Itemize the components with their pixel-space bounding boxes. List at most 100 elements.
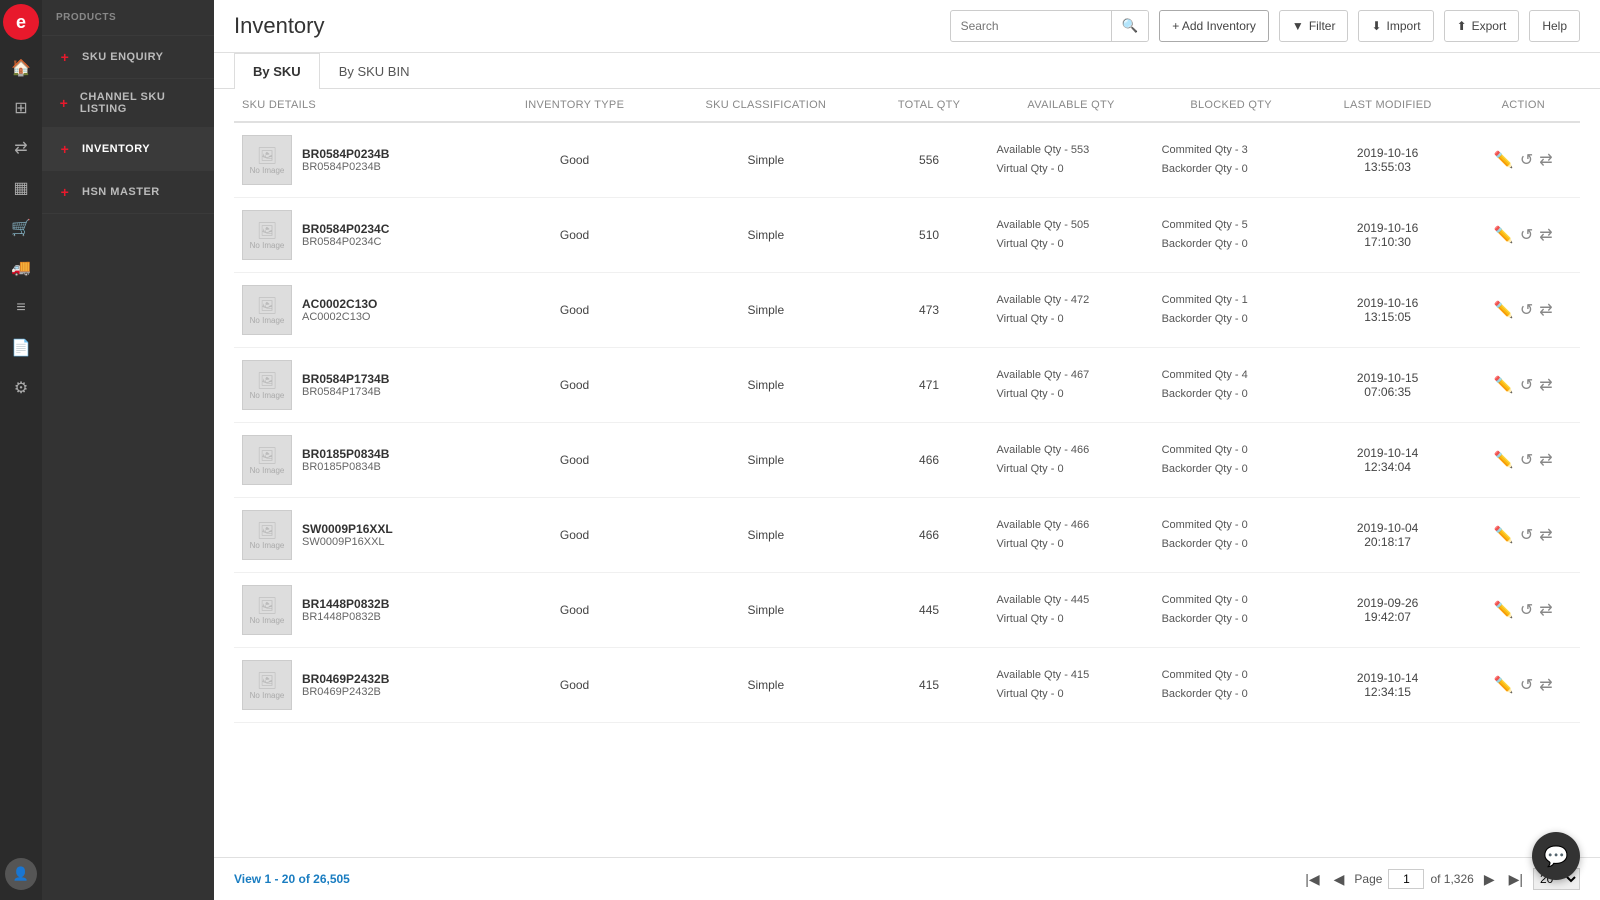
cell-action: ✏️ ↺ ⇄	[1467, 122, 1580, 198]
history-icon[interactable]: ↺	[1520, 150, 1533, 170]
cell-available-qty: Available Qty - 445 Virtual Qty - 0	[989, 573, 1154, 648]
cell-sku-classification: Simple	[662, 348, 869, 423]
transfer-icon[interactable]: ⇄	[1539, 375, 1552, 395]
tab-by-sku-bin[interactable]: By SKU BIN	[320, 53, 429, 89]
edit-icon[interactable]: ✏️	[1494, 525, 1514, 545]
prev-page-button[interactable]: ◀	[1330, 869, 1349, 890]
sku-image: 🖼 No Image	[242, 210, 292, 260]
sku-name[interactable]: BR0584P0234B	[302, 147, 389, 161]
tab-by-sku[interactable]: By SKU	[234, 53, 320, 89]
edit-icon[interactable]: ✏️	[1494, 150, 1514, 170]
edit-icon[interactable]: ✏️	[1494, 300, 1514, 320]
cell-sku-classification: Simple	[662, 573, 869, 648]
cell-action: ✏️ ↺ ⇄	[1467, 648, 1580, 723]
search-box: 🔍	[950, 10, 1150, 42]
cell-available-qty: Available Qty - 472 Virtual Qty - 0	[989, 273, 1154, 348]
transfer-icon[interactable]: ⇄	[1539, 600, 1552, 620]
sku-image: 🖼 No Image	[242, 435, 292, 485]
table-row: 🖼 No Image SW0009P16XXL SW0009P16XXL Goo…	[234, 498, 1580, 573]
next-page-button[interactable]: ▶	[1480, 869, 1499, 890]
icon-shuffle[interactable]: ⇄	[3, 130, 39, 166]
icon-barcode[interactable]: ▦	[3, 170, 39, 206]
sku-image: 🖼 No Image	[242, 660, 292, 710]
sidebar-item-inventory[interactable]: + Inventory	[42, 128, 214, 171]
history-icon[interactable]: ↺	[1520, 600, 1533, 620]
transfer-icon[interactable]: ⇄	[1539, 450, 1552, 470]
export-button[interactable]: ⬆ Export	[1444, 10, 1520, 42]
cell-sku-details: 🖼 No Image BR0584P0234B BR0584P0234B	[234, 122, 487, 198]
history-icon[interactable]: ↺	[1520, 225, 1533, 245]
filter-button[interactable]: ▼ Filter	[1279, 10, 1349, 42]
sidebar-item-hsn-master[interactable]: + HSN Master	[42, 171, 214, 214]
search-button[interactable]: 🔍	[1111, 11, 1149, 41]
transfer-icon[interactable]: ⇄	[1539, 150, 1552, 170]
transfer-icon[interactable]: ⇄	[1539, 225, 1552, 245]
sidebar-item-sku-enquiry[interactable]: + SKU Enquiry	[42, 36, 214, 79]
inventory-table-container: SKU DETAILS INVENTORY TYPE SKU CLASSIFIC…	[214, 89, 1600, 857]
sidebar: PRODUCTS + SKU Enquiry + Channel SKU Lis…	[42, 0, 214, 900]
cell-sku-classification: Simple	[662, 122, 869, 198]
edit-icon[interactable]: ✏️	[1494, 675, 1514, 695]
transfer-icon[interactable]: ⇄	[1539, 525, 1552, 545]
user-avatar[interactable]: 👤	[5, 858, 37, 890]
sku-name[interactable]: BR0469P2432B	[302, 672, 389, 686]
sku-name[interactable]: AC0002C13O	[302, 297, 377, 311]
cell-total-qty: 556	[870, 122, 989, 198]
cell-last-modified: 2019-10-04 20:18:17	[1309, 498, 1467, 573]
edit-icon[interactable]: ✏️	[1494, 375, 1514, 395]
app-logo[interactable]: e	[3, 4, 39, 40]
icon-cart[interactable]: 🛒	[3, 210, 39, 246]
icon-store[interactable]: 🏠	[3, 50, 39, 86]
cell-last-modified: 2019-10-16 13:15:05	[1309, 273, 1467, 348]
history-icon[interactable]: ↺	[1520, 525, 1533, 545]
icon-list[interactable]: ≡	[3, 290, 39, 326]
cell-inventory-type: Good	[487, 648, 662, 723]
sku-image: 🖼 No Image	[242, 285, 292, 335]
edit-icon[interactable]: ✏️	[1494, 600, 1514, 620]
sku-name[interactable]: BR0584P1734B	[302, 372, 389, 386]
last-page-button[interactable]: ▶|	[1505, 869, 1527, 890]
first-page-button[interactable]: |◀	[1301, 869, 1323, 890]
col-header-action: ACTION	[1467, 89, 1580, 122]
sku-name[interactable]: SW0009P16XXL	[302, 522, 393, 536]
icon-grid[interactable]: ⊞	[3, 90, 39, 126]
sku-name[interactable]: BR1448P0832B	[302, 597, 389, 611]
history-icon[interactable]: ↺	[1520, 675, 1533, 695]
history-icon[interactable]: ↺	[1520, 375, 1533, 395]
sidebar-item-channel-sku[interactable]: + Channel SKU Listing	[42, 79, 214, 128]
import-button[interactable]: ⬇ Import	[1358, 10, 1433, 42]
icon-settings[interactable]: ⚙	[3, 370, 39, 406]
edit-icon[interactable]: ✏️	[1494, 450, 1514, 470]
sku-code: BR0584P0234C	[302, 236, 389, 248]
search-input[interactable]	[951, 19, 1111, 33]
chat-bubble[interactable]: 💬	[1532, 832, 1580, 880]
sku-image: 🖼 No Image	[242, 135, 292, 185]
history-icon[interactable]: ↺	[1520, 300, 1533, 320]
cell-sku-details: 🖼 No Image BR0584P1734B BR0584P1734B	[234, 348, 487, 423]
sku-name[interactable]: BR0584P0234C	[302, 222, 389, 236]
cell-action: ✏️ ↺ ⇄	[1467, 198, 1580, 273]
add-inventory-button[interactable]: + Add Inventory	[1159, 10, 1269, 42]
cell-sku-classification: Simple	[662, 423, 869, 498]
total-pages-label: of 1,326	[1430, 872, 1473, 886]
cell-blocked-qty: Commited Qty - 3 Backorder Qty - 0	[1154, 122, 1309, 198]
cell-blocked-qty: Commited Qty - 5 Backorder Qty - 0	[1154, 198, 1309, 273]
transfer-icon[interactable]: ⇄	[1539, 300, 1552, 320]
sku-code: BR0185P0834B	[302, 461, 389, 473]
cell-available-qty: Available Qty - 466 Virtual Qty - 0	[989, 423, 1154, 498]
col-header-inventory-type: INVENTORY TYPE	[487, 89, 662, 122]
cell-inventory-type: Good	[487, 273, 662, 348]
help-button[interactable]: Help	[1529, 10, 1580, 42]
icon-document[interactable]: 📄	[3, 330, 39, 366]
cell-last-modified: 2019-09-26 19:42:07	[1309, 573, 1467, 648]
edit-icon[interactable]: ✏️	[1494, 225, 1514, 245]
sku-name[interactable]: BR0185P0834B	[302, 447, 389, 461]
sku-code: AC0002C13O	[302, 311, 377, 323]
icon-truck[interactable]: 🚚	[3, 250, 39, 286]
page-number-input[interactable]	[1388, 869, 1424, 889]
cell-sku-details: 🖼 No Image BR1448P0832B BR1448P0832B	[234, 573, 487, 648]
history-icon[interactable]: ↺	[1520, 450, 1533, 470]
transfer-icon[interactable]: ⇄	[1539, 675, 1552, 695]
cell-available-qty: Available Qty - 505 Virtual Qty - 0	[989, 198, 1154, 273]
cell-last-modified: 2019-10-16 13:55:03	[1309, 122, 1467, 198]
